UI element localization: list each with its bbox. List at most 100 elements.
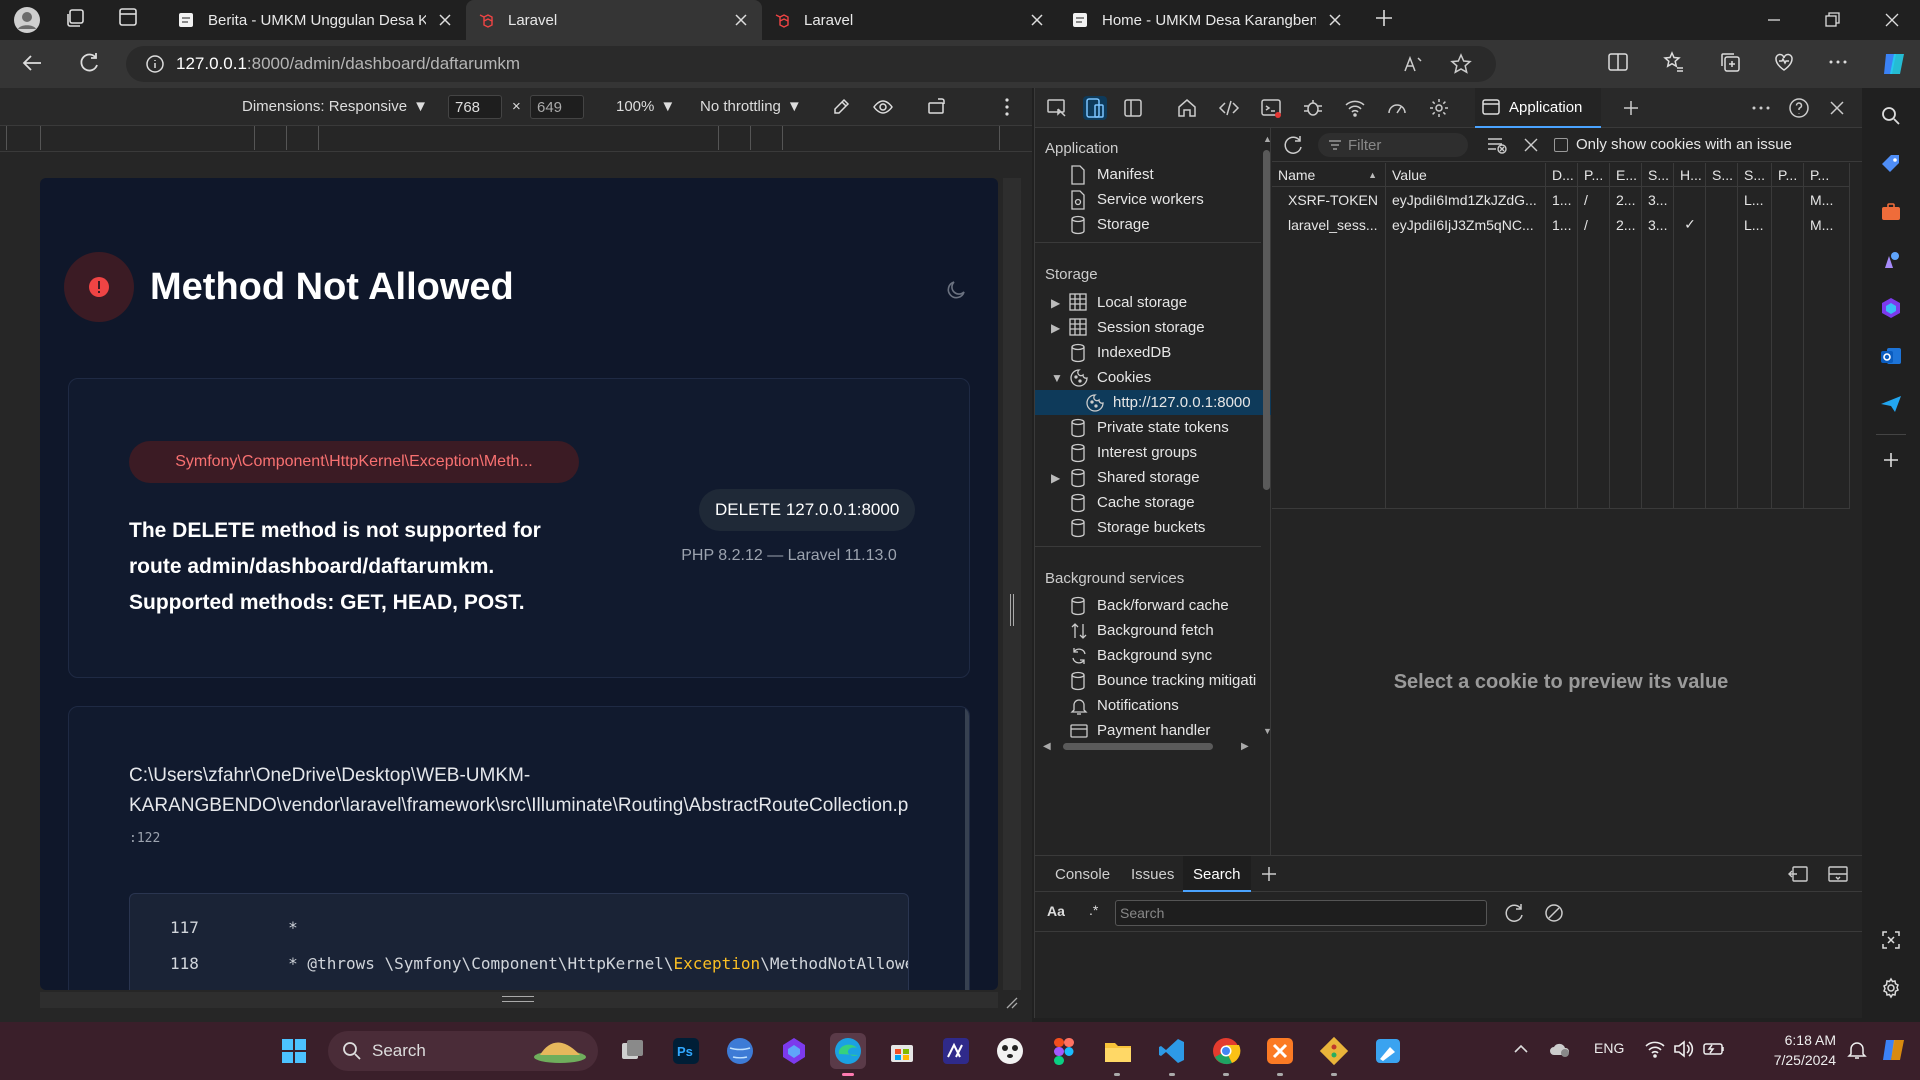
- media-query-ruler[interactable]: [0, 126, 1032, 152]
- sidebar-item-indexeddb[interactable]: IndexedDB: [1035, 340, 1271, 365]
- copilot-icon[interactable]: [1880, 50, 1908, 78]
- clear-search-icon[interactable]: [1543, 902, 1565, 924]
- figma-icon[interactable]: [1046, 1033, 1082, 1069]
- photoshop-icon[interactable]: Ps: [668, 1033, 704, 1069]
- clock[interactable]: 6:18 AM 7/25/2024: [1740, 1030, 1836, 1070]
- sidebar-item-session-storage[interactable]: ▶ Session storage: [1035, 315, 1271, 340]
- add-panel-icon[interactable]: [1619, 96, 1643, 120]
- add-drawer-tab-icon[interactable]: [1259, 864, 1279, 884]
- sidebar-item-cache-storage[interactable]: Cache storage: [1035, 490, 1271, 515]
- col-header-value[interactable]: Value: [1386, 163, 1546, 187]
- close-drawer-icon[interactable]: [1827, 864, 1849, 884]
- rotate-icon[interactable]: [926, 96, 948, 118]
- panda-app-icon[interactable]: [992, 1033, 1028, 1069]
- task-view-icon[interactable]: [614, 1033, 650, 1069]
- scroll-right-icon[interactable]: ▶: [1241, 741, 1249, 752]
- collapse-arrow-icon[interactable]: ▼: [1051, 371, 1069, 385]
- scroll-down-icon[interactable]: ▼: [1263, 726, 1272, 736]
- workspaces-icon[interactable]: [64, 6, 92, 34]
- copilot-app-icon[interactable]: [1879, 296, 1903, 320]
- sidebar-item-manifest[interactable]: Manifest: [1035, 162, 1271, 187]
- horizontal-resize-handle[interactable]: [1010, 594, 1014, 626]
- xampp-icon[interactable]: [1262, 1033, 1298, 1076]
- close-tab-icon[interactable]: [1326, 11, 1344, 29]
- taskbar-search-box[interactable]: Search: [328, 1031, 598, 1071]
- games-icon[interactable]: [1879, 248, 1903, 272]
- performance-icon[interactable]: [1385, 96, 1409, 120]
- throttling-dropdown[interactable]: No throttling ▼: [700, 98, 802, 115]
- vscode-icon[interactable]: [1154, 1033, 1190, 1076]
- table-row[interactable]: laravel_sess... eyJpdiI6IjJ3Zm5qNC... 1.…: [1272, 212, 1850, 237]
- split-screen-icon[interactable]: [1606, 50, 1634, 78]
- col-header-domain[interactable]: D...: [1546, 163, 1578, 187]
- scroll-up-icon[interactable]: ▲: [1263, 134, 1272, 144]
- notifications-bell-icon[interactable]: [1846, 1039, 1868, 1061]
- clear-all-cookies-icon[interactable]: [1522, 136, 1540, 154]
- drawer-tab-search[interactable]: Search: [1183, 856, 1251, 892]
- git-app-icon[interactable]: [1316, 1033, 1352, 1076]
- corner-resize-icon[interactable]: [1003, 994, 1019, 1010]
- width-input[interactable]: 768: [448, 95, 502, 119]
- copilot-taskbar-icon[interactable]: [776, 1033, 812, 1069]
- only-issues-checkbox[interactable]: [1554, 138, 1568, 152]
- refresh-icon[interactable]: [76, 50, 104, 78]
- col-header-name[interactable]: Name ▲: [1272, 163, 1386, 187]
- col-header-size[interactable]: S...: [1642, 163, 1674, 187]
- sidebar-item-storage[interactable]: Storage: [1035, 212, 1271, 237]
- dimensions-dropdown[interactable]: Dimensions: Responsive ▼: [242, 98, 428, 115]
- scroll-left-icon[interactable]: ◀: [1043, 741, 1051, 752]
- wifi-icon[interactable]: [1644, 1039, 1666, 1059]
- expand-arrow-icon[interactable]: ▶: [1051, 296, 1069, 310]
- col-header-expires[interactable]: E...: [1610, 163, 1642, 187]
- expand-arrow-icon[interactable]: ▶: [1051, 321, 1069, 335]
- vertical-resize-handle[interactable]: [502, 996, 534, 1002]
- sidebar-item-cookies[interactable]: ▼ Cookies: [1035, 365, 1271, 390]
- col-header-samesite[interactable]: S...: [1738, 163, 1772, 187]
- refresh-search-icon[interactable]: [1503, 902, 1525, 924]
- vision-deficiency-icon[interactable]: [872, 96, 894, 118]
- show-hidden-icons-chevron-icon[interactable]: [1512, 1040, 1530, 1058]
- tab-laravel-active[interactable]: Laravel: [466, 0, 762, 40]
- more-options-icon[interactable]: [1826, 50, 1854, 78]
- dock-side-icon[interactable]: [1121, 96, 1145, 120]
- device-more-icon[interactable]: [996, 96, 1018, 118]
- battery-icon[interactable]: [1702, 1039, 1726, 1059]
- edge-browser-icon[interactable]: [830, 1033, 866, 1076]
- sidebar-item-interest-groups[interactable]: Interest groups: [1035, 440, 1271, 465]
- eyedropper-icon[interactable]: [830, 96, 852, 118]
- sidebar-horizontal-scrollbar[interactable]: ◀ ▶: [1035, 740, 1261, 754]
- microsoft-store-icon[interactable]: [884, 1033, 920, 1069]
- favorite-star-icon[interactable]: [1450, 53, 1472, 75]
- new-tab-icon[interactable]: [1372, 6, 1400, 34]
- language-indicator[interactable]: ENG: [1594, 1040, 1624, 1056]
- read-aloud-icon[interactable]: [1402, 53, 1424, 75]
- regex-toggle[interactable]: .*: [1089, 902, 1098, 918]
- match-case-toggle[interactable]: Aa: [1047, 903, 1065, 919]
- close-devtools-icon[interactable]: [1825, 96, 1849, 120]
- dark-mode-moon-icon[interactable]: [944, 278, 968, 302]
- url-input[interactable]: 127.0.0.1:8000/admin/dashboard/daftarumk…: [126, 46, 1496, 82]
- close-tab-icon[interactable]: [1028, 11, 1046, 29]
- shopping-tag-icon[interactable]: [1879, 152, 1903, 176]
- globe-app-icon[interactable]: [722, 1033, 758, 1069]
- sidebar-item-local-storage[interactable]: ▶ Local storage: [1035, 290, 1271, 315]
- outlook-icon[interactable]: [1879, 344, 1903, 368]
- devtools-more-icon[interactable]: [1749, 96, 1773, 120]
- tab-home-umkm[interactable]: Home - UMKM Desa Karangbenc: [1060, 0, 1356, 40]
- expand-arrow-icon[interactable]: ▶: [1051, 471, 1069, 485]
- sidebar-item-background-fetch[interactable]: Background fetch: [1035, 618, 1271, 643]
- close-window-icon[interactable]: [1880, 8, 1904, 32]
- visual-studio-icon[interactable]: [938, 1033, 974, 1069]
- site-info-icon[interactable]: [144, 53, 166, 75]
- sidebar-item-private-state-tokens[interactable]: Private state tokens: [1035, 415, 1271, 440]
- move-drawer-icon[interactable]: [1787, 864, 1809, 884]
- collections-icon[interactable]: [1718, 50, 1746, 78]
- chrome-icon[interactable]: [1208, 1033, 1244, 1076]
- sidebar-item-storage-buckets[interactable]: Storage buckets: [1035, 515, 1271, 540]
- sidebar-settings-icon[interactable]: [1879, 976, 1903, 1000]
- sidebar-vertical-scrollbar[interactable]: ▲ ▼: [1261, 128, 1272, 736]
- copilot-tray-icon[interactable]: [1880, 1036, 1908, 1064]
- profile-avatar-icon[interactable]: [13, 6, 41, 34]
- windows-start-icon[interactable]: [276, 1033, 312, 1069]
- drawer-tab-issues[interactable]: Issues: [1131, 866, 1174, 883]
